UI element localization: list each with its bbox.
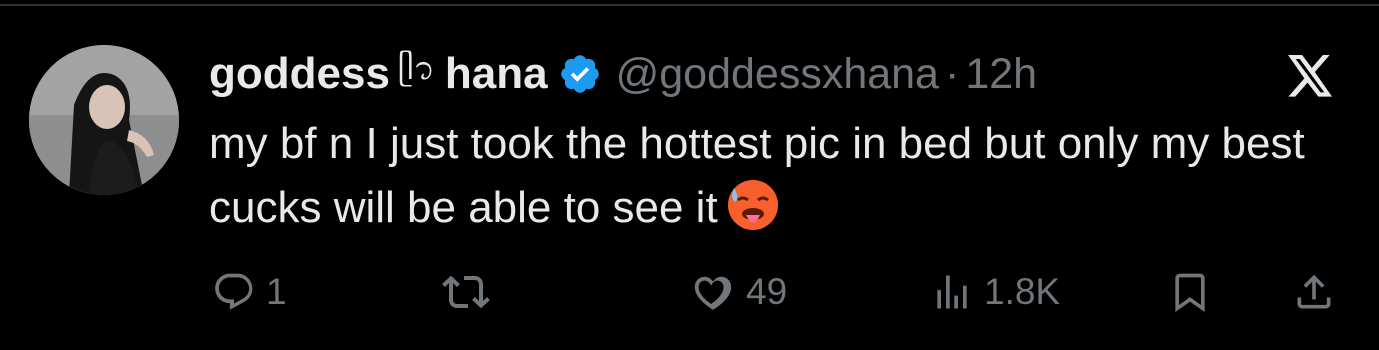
heart-icon — [694, 276, 732, 310]
share-icon — [1297, 274, 1331, 309]
bookmark-icon — [1175, 273, 1205, 313]
timestamp[interactable]: 12h — [965, 50, 1037, 99]
display-name-symbol: ᥫ᭡ — [397, 49, 435, 86]
tweet-header: goddess ᥫ᭡ hana @goddessxhana · 12h — [209, 44, 1037, 104]
action-bar: 1 49 1.8K — [0, 262, 1379, 322]
user-handle[interactable]: @goddessxhana — [616, 50, 939, 99]
views-button[interactable]: 1.8K — [930, 262, 1060, 322]
top-divider — [0, 4, 1379, 6]
reply-button[interactable]: 1 — [212, 262, 287, 322]
tweet-text-container: my bf n I just took the hottest pic in b… — [209, 112, 1349, 240]
display-name-suffix[interactable]: hana — [445, 49, 548, 99]
display-name[interactable]: goddess — [209, 49, 390, 99]
views-count: 1.8K — [984, 271, 1061, 312]
bookmark-button[interactable] — [1168, 262, 1212, 322]
reply-icon — [215, 273, 253, 310]
like-button[interactable]: 49 — [690, 262, 787, 322]
views-icon — [937, 275, 967, 309]
share-button[interactable] — [1292, 262, 1336, 322]
separator-dot: · — [944, 49, 960, 98]
hot-face-emoji-icon — [727, 180, 778, 230]
verified-badge-icon[interactable] — [558, 52, 602, 96]
x-logo-icon — [1288, 55, 1332, 97]
reply-count: 1 — [266, 271, 287, 312]
retweet-button[interactable] — [442, 262, 500, 322]
avatar[interactable] — [29, 45, 179, 195]
like-count: 49 — [746, 271, 788, 312]
retweet-icon — [442, 275, 490, 309]
